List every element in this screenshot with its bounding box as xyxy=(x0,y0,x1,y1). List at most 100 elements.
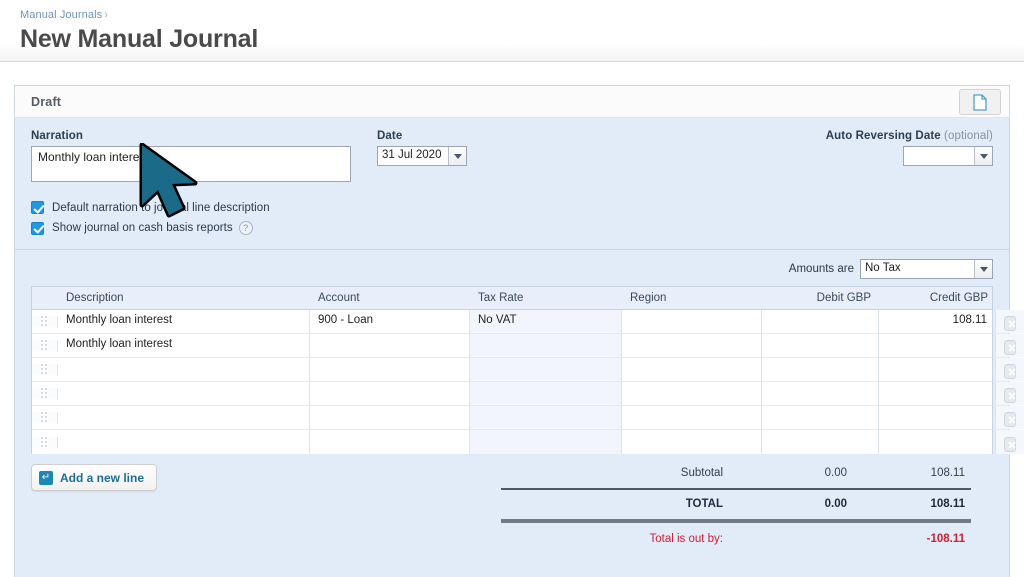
cell-description[interactable]: Monthly loan interest xyxy=(58,334,310,357)
cell-region[interactable] xyxy=(622,406,762,429)
drag-dots-icon xyxy=(40,436,49,448)
cell-tax-rate[interactable] xyxy=(470,334,622,357)
delete-row-icon[interactable] xyxy=(1004,340,1016,355)
page-title: New Manual Journal xyxy=(20,25,259,53)
row-delete-cell xyxy=(996,430,1024,454)
out-by-row: Total is out by: -108.11 xyxy=(501,527,971,551)
status-badge: Draft xyxy=(31,94,62,109)
cell-region[interactable] xyxy=(622,358,762,381)
table-row[interactable] xyxy=(32,430,1024,454)
table-row[interactable] xyxy=(32,406,1024,430)
cell-description[interactable] xyxy=(58,406,310,429)
row-drag-handle[interactable] xyxy=(32,388,58,399)
auto-reversing-date-combo[interactable] xyxy=(903,146,993,166)
auto-reversing-date-value[interactable] xyxy=(904,147,974,165)
auto-reversing-date-dropdown-button[interactable] xyxy=(974,147,992,165)
checkbox-row-cash-basis[interactable]: Show journal on cash basis reports ? xyxy=(31,221,993,235)
cell-debit[interactable] xyxy=(762,334,879,357)
delete-row-icon[interactable] xyxy=(1004,412,1016,427)
grid-header-tax-rate: Tax Rate xyxy=(478,292,524,304)
table-row[interactable] xyxy=(32,358,1024,382)
auto-reversing-date-optional-text: (optional) xyxy=(944,130,993,142)
grid-footer: ↵ Add a new line Subtotal 0.00 108.11 TO… xyxy=(31,464,993,545)
cell-credit[interactable] xyxy=(879,334,996,357)
cell-credit[interactable] xyxy=(879,358,996,381)
cell-description[interactable]: Monthly loan interest xyxy=(58,310,310,333)
checkbox-label-default-narration: Default narration to journal line descri… xyxy=(52,201,270,214)
checkbox-row-default-narration[interactable]: Default narration to journal line descri… xyxy=(31,201,993,214)
cell-tax-rate[interactable]: No VAT xyxy=(470,310,622,333)
amounts-are-dropdown-button[interactable] xyxy=(974,260,992,278)
cell-account[interactable] xyxy=(310,406,470,429)
breadcrumb-link-manual-journals[interactable]: Manual Journals xyxy=(20,9,102,21)
drag-dots-icon xyxy=(40,412,49,423)
delete-row-icon[interactable] xyxy=(1004,364,1016,379)
cell-account[interactable]: 900 - Loan xyxy=(310,310,470,333)
cell-debit[interactable] xyxy=(762,406,879,429)
date-field: Date 31 Jul 2020 xyxy=(377,130,467,166)
total-debit: 0.00 xyxy=(824,498,847,510)
cell-region[interactable] xyxy=(622,334,762,357)
add-a-new-line-label: Add a new line xyxy=(60,470,145,485)
subtotal-debit: 0.00 xyxy=(824,467,847,479)
delete-row-icon[interactable] xyxy=(1004,388,1016,403)
cell-tax-rate[interactable] xyxy=(470,382,622,405)
breadcrumb-separator-icon: › xyxy=(104,9,108,21)
narration-field: Narration xyxy=(31,130,351,187)
cell-region[interactable] xyxy=(622,430,762,454)
row-delete-cell xyxy=(996,406,1024,429)
enter-arrow-icon: ↵ xyxy=(39,470,53,485)
help-icon[interactable]: ? xyxy=(238,221,253,235)
cell-description[interactable] xyxy=(58,358,310,381)
cell-debit[interactable] xyxy=(762,310,879,333)
cell-account[interactable] xyxy=(310,358,470,381)
cell-tax-rate[interactable] xyxy=(470,358,622,381)
auto-reversing-date-field: Auto Reversing Date (optional) xyxy=(826,130,993,166)
row-drag-handle[interactable] xyxy=(32,364,58,375)
checkbox-default-narration[interactable] xyxy=(31,201,44,214)
cell-tax-rate[interactable] xyxy=(470,430,622,454)
row-drag-handle[interactable] xyxy=(32,436,58,448)
cell-debit[interactable] xyxy=(762,430,879,454)
delete-row-icon[interactable] xyxy=(1004,316,1016,331)
cell-region[interactable] xyxy=(622,310,762,333)
checkbox-label-cash-basis: Show journal on cash basis reports xyxy=(52,222,233,234)
row-drag-handle[interactable] xyxy=(32,340,58,351)
amounts-are-value[interactable]: No Tax xyxy=(861,260,974,278)
checkbox-cash-basis[interactable] xyxy=(31,221,44,235)
cell-debit[interactable] xyxy=(762,382,879,405)
cell-region[interactable] xyxy=(622,382,762,405)
date-value[interactable]: 31 Jul 2020 xyxy=(378,147,448,165)
out-by-value: -108.11 xyxy=(926,533,965,545)
journal-card: Draft Narration Date 31 Jul 2020 xyxy=(14,85,1024,577)
cell-account[interactable] xyxy=(310,430,470,454)
row-drag-handle[interactable] xyxy=(32,316,58,327)
date-combo[interactable]: 31 Jul 2020 xyxy=(377,146,467,166)
totals-rule-top xyxy=(501,488,971,490)
attach-file-button[interactable] xyxy=(959,89,1001,115)
table-row[interactable]: Monthly loan interest 900 - Loan No VAT … xyxy=(32,310,1024,334)
cell-credit[interactable]: 108.11 xyxy=(879,310,996,333)
amounts-are-combo[interactable]: No Tax xyxy=(860,259,993,279)
journal-lines-grid: Description Account Tax Rate Region Debi… xyxy=(31,286,1024,454)
delete-row-icon[interactable] xyxy=(1004,436,1016,452)
cell-account[interactable] xyxy=(310,334,470,357)
cell-credit[interactable] xyxy=(879,430,996,454)
cell-credit[interactable] xyxy=(879,406,996,429)
row-drag-handle[interactable] xyxy=(32,412,58,423)
cell-debit[interactable] xyxy=(762,358,879,381)
drag-dots-icon xyxy=(40,364,49,375)
cell-tax-rate[interactable] xyxy=(470,406,622,429)
drag-dots-icon xyxy=(40,340,49,351)
table-row[interactable] xyxy=(32,382,1024,406)
cell-account[interactable] xyxy=(310,382,470,405)
date-dropdown-button[interactable] xyxy=(448,147,466,165)
narration-input[interactable] xyxy=(31,146,351,182)
cell-description[interactable] xyxy=(58,430,310,454)
cell-description[interactable] xyxy=(58,382,310,405)
table-row[interactable]: Monthly loan interest xyxy=(32,334,1024,358)
add-a-new-line-button[interactable]: ↵ Add a new line xyxy=(31,464,158,491)
date-label: Date xyxy=(377,130,403,142)
cell-credit[interactable] xyxy=(879,382,996,405)
auto-reversing-date-label-text: Auto Reversing Date xyxy=(825,130,941,142)
